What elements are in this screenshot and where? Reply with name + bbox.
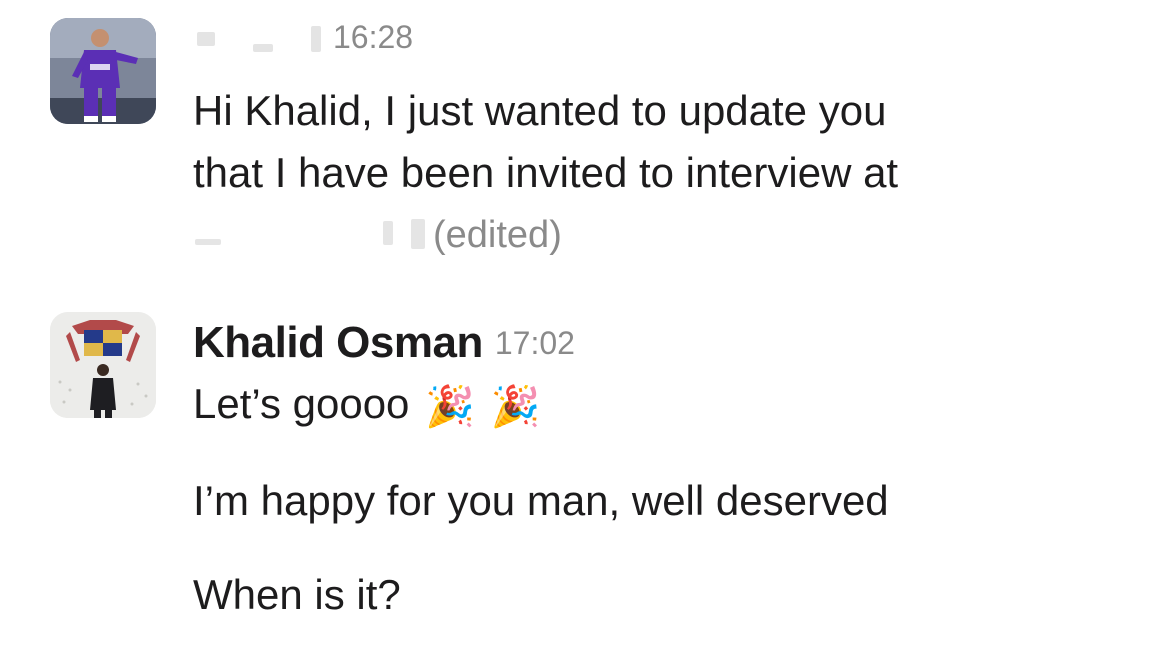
- message-paragraph-1: Let’s goooo 🎉 🎉: [193, 374, 1123, 437]
- message-content-1: 16:28 Hi Khalid, I just wanted to update…: [193, 18, 1123, 266]
- party-popper-icon: 🎉: [425, 384, 475, 430]
- redacted-text-line: (edited): [193, 204, 1123, 266]
- redacted-company-name: [193, 217, 433, 253]
- message-paragraph-3: When is it?: [193, 571, 401, 618]
- message-text-line-1: Hi Khalid, I just wanted to update you: [193, 87, 887, 134]
- message-text-line-2: that I have been invited to interview at: [193, 149, 899, 196]
- person-avatar-image: [50, 312, 156, 418]
- edited-label: (edited): [433, 213, 562, 256]
- party-popper-icon: 🎉: [490, 384, 541, 430]
- message-content-2: Khalid Osman 17:02 Let’s goooo 🎉 🎉 I’m h…: [193, 312, 1123, 625]
- message-timestamp-1[interactable]: 16:28: [333, 19, 413, 56]
- avatar-sender-1[interactable]: [50, 18, 156, 124]
- message-paragraph-2: I’m happy for you man, well deserved: [193, 477, 889, 524]
- footballer-avatar-image: [50, 18, 156, 124]
- sender-name[interactable]: Khalid Osman: [193, 318, 483, 368]
- message-paragraph-1-text: Let’s goooo: [193, 380, 410, 427]
- message-timestamp-2[interactable]: 17:02: [495, 325, 575, 362]
- message-header-2: Khalid Osman 17:02: [193, 312, 1123, 374]
- message-header-1: 16:28: [193, 18, 1123, 80]
- avatar-khalid-osman[interactable]: [50, 312, 156, 418]
- redacted-sender-name: [193, 22, 333, 52]
